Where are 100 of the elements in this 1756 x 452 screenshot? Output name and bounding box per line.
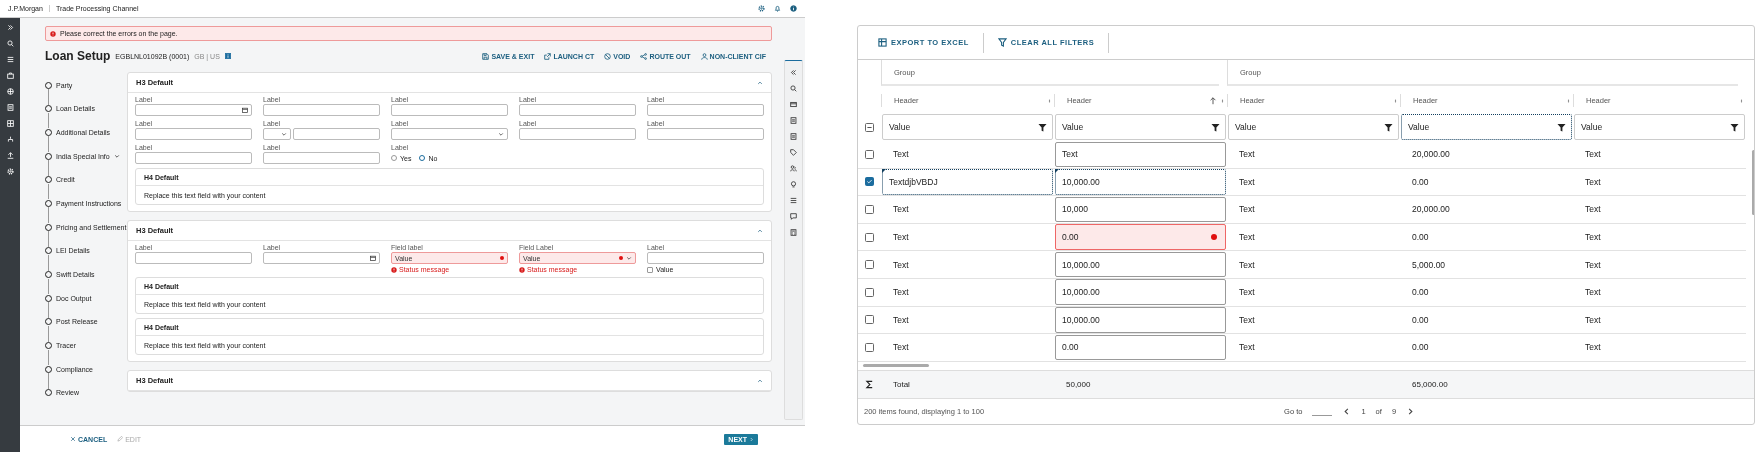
kebab-menu-icon[interactable] bbox=[1394, 96, 1397, 105]
filter-icon[interactable] bbox=[1557, 122, 1566, 132]
filter-field[interactable]: Value bbox=[882, 114, 1053, 140]
row-checkbox[interactable] bbox=[865, 205, 874, 214]
gear-icon[interactable] bbox=[6, 168, 14, 175]
globe-icon[interactable] bbox=[6, 88, 14, 95]
input-field[interactable] bbox=[647, 128, 764, 140]
editable-cell[interactable]: 10,000.00 bbox=[1055, 251, 1226, 278]
table-row[interactable]: TextdjbVBDJ 10,000.00 Text 0.00 Text bbox=[858, 168, 1746, 197]
chat-icon[interactable] bbox=[790, 213, 797, 220]
table-row[interactable]: Text 0.00 Text 0.00 Text bbox=[858, 334, 1746, 362]
briefcase-icon[interactable] bbox=[6, 72, 14, 79]
input-field[interactable] bbox=[293, 128, 380, 140]
info-icon[interactable] bbox=[224, 53, 231, 59]
editable-cell[interactable]: 10,000.00 bbox=[1055, 169, 1226, 195]
table-cell-text: Text bbox=[892, 341, 910, 355]
error-icon bbox=[519, 266, 525, 273]
row-checkbox[interactable] bbox=[865, 232, 874, 242]
info-icon[interactable] bbox=[790, 5, 797, 12]
calculator-icon[interactable] bbox=[790, 229, 797, 236]
input-field[interactable] bbox=[391, 104, 508, 116]
bell-icon[interactable] bbox=[774, 5, 781, 12]
select-field[interactable] bbox=[263, 128, 291, 140]
input-field[interactable] bbox=[135, 252, 252, 264]
checkbox[interactable] bbox=[647, 266, 653, 273]
chevrons-left-icon[interactable] bbox=[790, 69, 797, 76]
chevron-down-icon[interactable] bbox=[113, 153, 120, 160]
tag-icon[interactable] bbox=[790, 149, 797, 156]
date-field[interactable] bbox=[135, 104, 252, 116]
table-cell-text: Text bbox=[1584, 203, 1602, 217]
editable-cell[interactable]: 10,000 bbox=[1055, 196, 1226, 223]
filter-icon[interactable] bbox=[1384, 122, 1393, 132]
upload-icon[interactable] bbox=[6, 152, 14, 159]
table-row[interactable]: Text 10,000 Text 20,000.00 Text bbox=[858, 196, 1746, 224]
people-icon[interactable] bbox=[790, 165, 797, 172]
filter-field[interactable]: Value bbox=[1055, 114, 1226, 140]
editable-cell[interactable]: 10,000.00 bbox=[1055, 307, 1226, 333]
input-field[interactable] bbox=[263, 104, 380, 116]
select-field[interactable] bbox=[391, 128, 508, 140]
document-icon[interactable] bbox=[790, 133, 797, 140]
date-field[interactable] bbox=[263, 252, 380, 264]
lightbulb-icon[interactable] bbox=[790, 181, 797, 188]
list-icon[interactable] bbox=[790, 197, 797, 204]
table-cell-text: 0.00 bbox=[1411, 231, 1430, 245]
filter-icon[interactable] bbox=[1211, 122, 1220, 132]
select-all-checkbox[interactable] bbox=[865, 122, 874, 132]
table-cell-text: Text bbox=[1238, 286, 1256, 300]
search-icon[interactable] bbox=[790, 85, 797, 92]
row-checkbox[interactable] bbox=[865, 177, 874, 187]
table-row[interactable]: Text Text Text 20,000.00 Text bbox=[858, 141, 1746, 169]
chevron-up-icon[interactable] bbox=[757, 227, 763, 234]
kebab-menu-icon[interactable] bbox=[1567, 96, 1570, 105]
chevrons-right-icon[interactable] bbox=[6, 24, 14, 31]
input-field[interactable] bbox=[647, 104, 764, 116]
filter-icon[interactable] bbox=[1038, 122, 1047, 132]
filter-icon[interactable] bbox=[1730, 122, 1739, 132]
editable-cell[interactable]: 0.00 bbox=[1055, 224, 1226, 250]
kebab-menu-icon[interactable] bbox=[1740, 96, 1743, 105]
scrollbar[interactable] bbox=[863, 364, 929, 368]
card-icon[interactable] bbox=[790, 101, 797, 108]
document-icon[interactable] bbox=[790, 117, 797, 124]
chevron-up-icon[interactable] bbox=[757, 79, 763, 86]
arrow-up-icon[interactable] bbox=[1209, 96, 1217, 105]
input-field[interactable] bbox=[135, 152, 252, 164]
input-field[interactable] bbox=[519, 128, 636, 140]
table-cell-text: Text bbox=[1584, 231, 1602, 245]
share-icon bbox=[640, 52, 648, 60]
chevron-up-icon[interactable] bbox=[757, 377, 763, 384]
table-cell-text: Text bbox=[892, 313, 910, 327]
editable-cell[interactable]: 10,000.00 bbox=[1055, 279, 1226, 306]
row-checkbox[interactable] bbox=[865, 260, 874, 270]
table-icon[interactable] bbox=[6, 120, 14, 127]
table-cell-text: Text bbox=[1584, 148, 1602, 162]
table-cell-text: Text bbox=[1584, 286, 1602, 300]
filter-field[interactable]: Value bbox=[1574, 114, 1745, 140]
row-checkbox[interactable] bbox=[865, 149, 874, 159]
input-field[interactable] bbox=[519, 104, 636, 116]
next-page-button[interactable] bbox=[1406, 406, 1416, 416]
input-field[interactable] bbox=[647, 252, 764, 264]
filter-field[interactable]: Value bbox=[1401, 114, 1572, 140]
table-row[interactable]: Text 10,000.00 Text 5,000.00 Text bbox=[858, 251, 1746, 279]
table-row[interactable]: Text 0.00 Text 0.00 Text bbox=[858, 223, 1746, 252]
input-field[interactable] bbox=[135, 128, 252, 140]
editable-cell[interactable]: 0.00 bbox=[1055, 334, 1226, 361]
row-checkbox[interactable] bbox=[865, 315, 874, 325]
kebab-menu-icon[interactable] bbox=[1221, 96, 1224, 105]
input-field[interactable] bbox=[263, 152, 380, 164]
hierarchy-icon[interactable] bbox=[6, 136, 14, 143]
kebab-menu-icon[interactable] bbox=[1048, 96, 1051, 105]
table-row[interactable]: Text 10,000.00 Text 0.00 Text bbox=[858, 306, 1746, 335]
filter-field[interactable]: Value bbox=[1228, 114, 1399, 140]
table-cell-text: Text bbox=[892, 231, 910, 245]
row-checkbox[interactable] bbox=[865, 287, 874, 297]
table-cell-text: Text bbox=[1238, 148, 1256, 162]
table-row[interactable]: Text 10,000.00 Text 0.00 Text bbox=[858, 278, 1746, 307]
person-icon bbox=[700, 52, 708, 60]
editable-cell[interactable]: Text bbox=[1055, 141, 1226, 168]
row-checkbox[interactable] bbox=[865, 342, 874, 352]
settings-icon[interactable] bbox=[758, 5, 765, 12]
calendar-icon bbox=[370, 255, 376, 261]
